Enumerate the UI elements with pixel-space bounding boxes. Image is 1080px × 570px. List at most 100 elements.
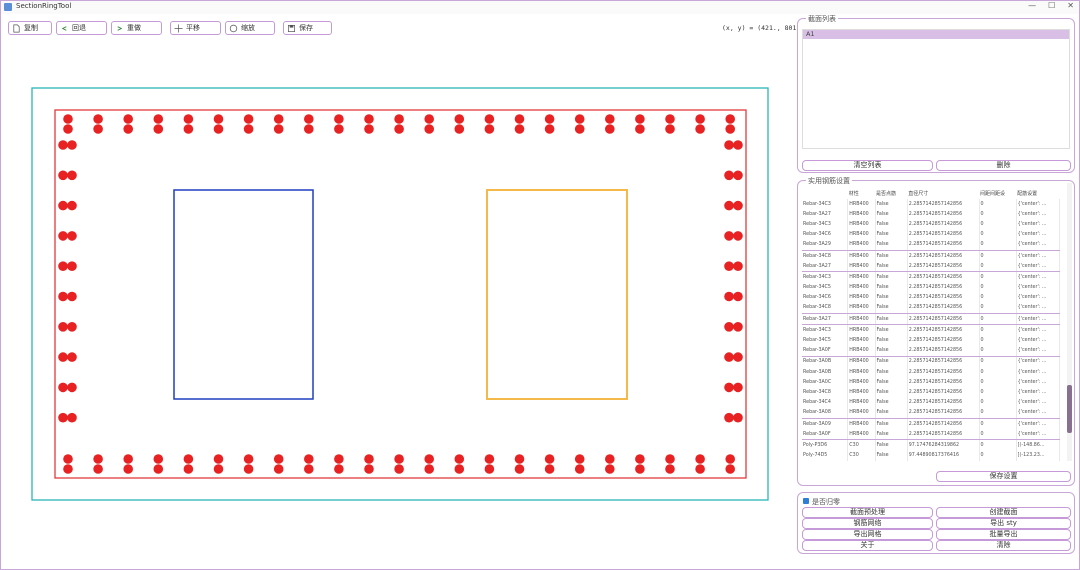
orange-void[interactable] xyxy=(486,189,628,400)
rebar-dot[interactable] xyxy=(394,124,404,134)
table-row[interactable]: Rebar-3A29 HRB400 False 2.2857142857142856 0… xyxy=(802,239,1060,251)
rebar-dot[interactable] xyxy=(424,464,435,474)
rebar-dot[interactable] xyxy=(544,464,555,474)
column-header[interactable]: 配筋设置 xyxy=(1016,187,1059,199)
rebar-dot[interactable] xyxy=(574,454,585,464)
rebar-dot[interactable] xyxy=(153,454,164,464)
table-row[interactable]: Rebar-3A0B HRB400 False 2.2857142857142856 0… xyxy=(802,356,1060,367)
rebar-dot[interactable] xyxy=(67,200,77,211)
column-header[interactable]: 直径尺寸 xyxy=(907,187,979,199)
rebar-dot[interactable] xyxy=(123,454,133,464)
rebar-dot[interactable] xyxy=(58,200,68,211)
rebar-dot[interactable] xyxy=(454,124,465,134)
table-row[interactable]: Rebar-34C3 HRB400 False 2.2857142857142856 0… xyxy=(802,324,1060,336)
rebar-dot[interactable] xyxy=(454,114,465,124)
redo-button[interactable]: 重做 xyxy=(111,21,162,35)
rebar-dot[interactable] xyxy=(544,114,555,124)
rebar-dot[interactable] xyxy=(334,464,344,474)
rebar-dot[interactable] xyxy=(273,124,284,134)
rebar-dot[interactable] xyxy=(183,114,194,124)
rebar-dot[interactable] xyxy=(635,114,645,124)
rebar-dot[interactable] xyxy=(665,454,675,464)
rebar-dot[interactable] xyxy=(273,114,284,124)
rebar-dot[interactable] xyxy=(733,322,743,332)
table-row[interactable]: Rebar-3A08 HRB400 False 2.2857142857142856 0… xyxy=(802,407,1060,419)
rebar-dot[interactable] xyxy=(695,124,705,134)
rebar-dot[interactable] xyxy=(58,291,68,302)
section-canvas[interactable] xyxy=(0,40,790,560)
rebar-dot[interactable] xyxy=(364,114,374,124)
operation-button[interactable]: 关于 xyxy=(802,540,933,551)
rebar-dot[interactable] xyxy=(67,231,77,241)
rebar-dot[interactable] xyxy=(304,464,314,474)
rebar-dot[interactable] xyxy=(605,454,615,464)
rebar-dot[interactable] xyxy=(243,114,254,124)
rebar-dot[interactable] xyxy=(58,352,68,362)
rebar-dot[interactable] xyxy=(153,464,164,474)
table-row[interactable]: Rebar-3A0F HRB400 False 2.2857142857142856 0… xyxy=(802,345,1060,357)
rebar-dot[interactable] xyxy=(574,464,585,474)
rebar-dot[interactable] xyxy=(605,124,615,134)
rebar-dot[interactable] xyxy=(665,464,675,474)
rebar-dot[interactable] xyxy=(394,114,404,124)
rebar-dot[interactable] xyxy=(724,170,734,181)
operation-button[interactable]: 批量导出 xyxy=(936,529,1071,540)
rebar-dot[interactable] xyxy=(93,454,103,464)
rebar-dot[interactable] xyxy=(58,140,68,150)
rebar-dot[interactable] xyxy=(58,231,68,241)
operation-button[interactable]: 导出网格 xyxy=(802,529,933,540)
rebar-dot[interactable] xyxy=(544,124,555,134)
pan-button[interactable]: 平移 xyxy=(170,21,221,35)
table-row[interactable]: Poly-P3D6 C30 False 97.17476284319862 0 [(-14… xyxy=(802,439,1060,451)
rebar-dot[interactable] xyxy=(733,170,743,181)
rebar-dot[interactable] xyxy=(733,352,743,362)
rebar-dot[interactable] xyxy=(733,261,743,271)
column-header[interactable]: 是否点筋 xyxy=(875,187,907,199)
operation-button[interactable]: 创建截面 xyxy=(936,507,1071,518)
rebar-dot[interactable] xyxy=(724,261,734,271)
rebar-dot[interactable] xyxy=(733,231,743,241)
rebar-dot[interactable] xyxy=(243,464,254,474)
rebar-dot[interactable] xyxy=(514,464,525,474)
rebar-dot[interactable] xyxy=(665,124,675,134)
rebar-dot[interactable] xyxy=(243,124,254,134)
rebar-dot[interactable] xyxy=(67,170,77,181)
close-button[interactable]: ✕ xyxy=(1067,1,1074,10)
rebar-dot[interactable] xyxy=(424,454,435,464)
table-row[interactable]: Rebar-3A27 HRB400 False 2.2857142857142856 0… xyxy=(802,209,1060,220)
minimize-button[interactable]: — xyxy=(1028,1,1036,10)
zoom-button[interactable]: 缩放 xyxy=(225,21,275,35)
operation-button[interactable]: 导出 sty xyxy=(936,518,1071,529)
rebar-dot[interactable] xyxy=(724,231,734,241)
rebar-dot[interactable] xyxy=(123,114,133,124)
table-row[interactable]: Rebar-34C8 HRB400 False 2.2857142857142856 0… xyxy=(802,387,1060,398)
rebar-dot[interactable] xyxy=(58,382,68,393)
rebar-dot[interactable] xyxy=(725,454,735,464)
rebar-dot[interactable] xyxy=(243,454,254,464)
rebar-dot[interactable] xyxy=(63,454,73,464)
blue-void[interactable] xyxy=(173,189,314,400)
table-row[interactable]: Poly-74D5 C30 False 97.44890817376416 0 [(-12… xyxy=(802,450,1060,461)
table-row[interactable]: Rebar-3A27 HRB400 False 2.2857142857142856 0… xyxy=(802,313,1060,326)
rebar-dot[interactable] xyxy=(695,114,705,124)
rebar-dot[interactable] xyxy=(605,114,615,124)
rebar-dot[interactable] xyxy=(724,140,734,150)
rebar-dot[interactable] xyxy=(58,412,68,423)
rebar-dot[interactable] xyxy=(273,454,284,464)
rebar-dot[interactable] xyxy=(63,114,73,124)
section-list[interactable]: A1 xyxy=(802,29,1070,149)
rebar-dot[interactable] xyxy=(424,124,435,134)
table-row[interactable]: Rebar-34C8 HRB400 False 2.2857142857142856 0… xyxy=(802,302,1060,315)
rebar-dot[interactable] xyxy=(635,464,645,474)
rebar-dot[interactable] xyxy=(725,464,735,474)
rebar-dot[interactable] xyxy=(484,454,495,464)
rebar-dot[interactable] xyxy=(183,464,194,474)
maximize-button[interactable]: ☐ xyxy=(1048,1,1055,10)
rebar-dot[interactable] xyxy=(304,124,314,134)
rebar-dot[interactable] xyxy=(635,124,645,134)
rebar-dot[interactable] xyxy=(67,261,77,271)
rebar-dot[interactable] xyxy=(334,454,344,464)
rebar-dot[interactable] xyxy=(213,464,224,474)
table-row[interactable]: Rebar-3A0F HRB400 False 2.2857142857142856 0… xyxy=(802,429,1060,441)
rebar-dot[interactable] xyxy=(544,454,555,464)
